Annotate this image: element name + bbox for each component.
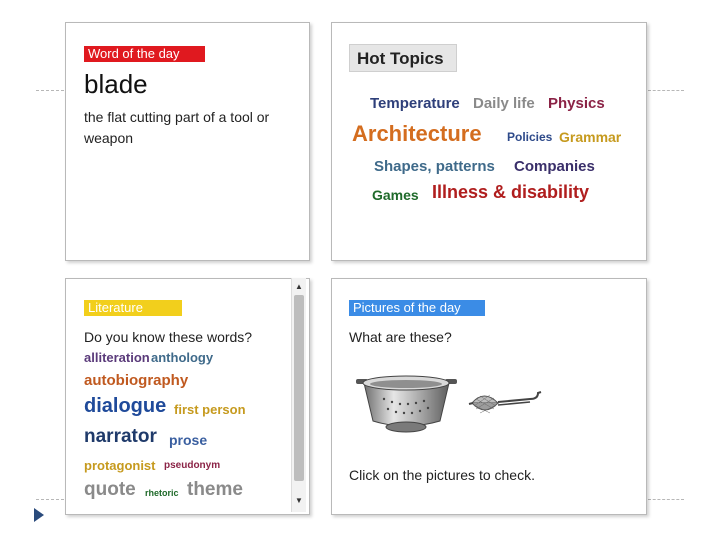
strainer-picture[interactable]: [468, 387, 548, 419]
pictures-of-the-day-card: Pictures of the day What are these? Clic…: [331, 278, 647, 515]
lit-word-first-person[interactable]: first person: [174, 402, 246, 417]
hot-topics-card: Hot Topics Temperature Daily life Physic…: [331, 22, 647, 261]
scrollbar-thumb[interactable]: [294, 295, 304, 481]
lit-word-pseudonym[interactable]: pseudonym: [164, 460, 220, 471]
topic-architecture[interactable]: Architecture: [352, 121, 482, 147]
pictures-question: What are these?: [349, 329, 452, 345]
guide-line-right-top: [648, 90, 684, 91]
pictures-footer: Click on the pictures to check.: [349, 467, 535, 483]
word-of-the-day-card: Word of the day blade the flat cutting p…: [65, 22, 310, 261]
topic-physics[interactable]: Physics: [548, 95, 605, 112]
guide-line-left-top: [36, 90, 64, 91]
topic-grammar[interactable]: Grammar: [559, 129, 621, 145]
hot-topics-title: Hot Topics: [349, 44, 457, 72]
lit-word-rhetoric[interactable]: rhetoric: [145, 488, 179, 498]
word-definition-line-1: the flat cutting part of a tool or: [84, 109, 270, 125]
lit-word-autobiography[interactable]: autobiography: [84, 372, 188, 389]
lit-word-dialogue[interactable]: dialogue: [84, 395, 166, 418]
scroll-down-arrow-icon[interactable]: ▼: [292, 494, 306, 508]
topic-illness-disability[interactable]: Illness & disability: [432, 182, 589, 203]
lit-word-theme[interactable]: theme: [187, 479, 243, 501]
literature-scrollbar[interactable]: ▲ ▼: [291, 278, 306, 512]
word-definition-line-2: weapon: [84, 130, 134, 146]
guide-line-right-bottom: [648, 499, 684, 500]
pictures-of-the-day-badge: Pictures of the day: [349, 300, 485, 316]
topic-shapes-patterns[interactable]: Shapes, patterns: [374, 158, 495, 175]
word-of-the-day-badge: Word of the day: [84, 46, 205, 62]
topic-companies[interactable]: Companies: [514, 158, 595, 175]
word-of-the-day-word[interactable]: blade: [84, 69, 148, 100]
lit-word-quote[interactable]: quote: [84, 479, 136, 501]
colander-picture[interactable]: [354, 369, 459, 439]
topic-games[interactable]: Games: [372, 187, 419, 203]
topic-daily-life[interactable]: Daily life: [473, 95, 535, 112]
literature-question: Do you know these words?: [84, 329, 253, 345]
lit-word-narrator[interactable]: narrator: [84, 426, 157, 448]
lit-word-prose[interactable]: prose: [169, 432, 207, 448]
topic-policies[interactable]: Policies: [507, 130, 552, 144]
lit-word-protagonist[interactable]: protagonist: [84, 458, 156, 473]
lit-word-anthology[interactable]: anthology: [151, 350, 213, 365]
lit-word-alliteration[interactable]: alliteration: [84, 350, 150, 365]
scroll-up-arrow-icon[interactable]: ▲: [292, 280, 306, 294]
topic-temperature[interactable]: Temperature: [370, 95, 460, 112]
literature-card: Literature Do you know these words? alli…: [65, 278, 310, 515]
slide-bullet-icon: [34, 508, 44, 522]
literature-badge: Literature: [84, 300, 182, 316]
guide-line-left-bottom: [36, 499, 64, 500]
